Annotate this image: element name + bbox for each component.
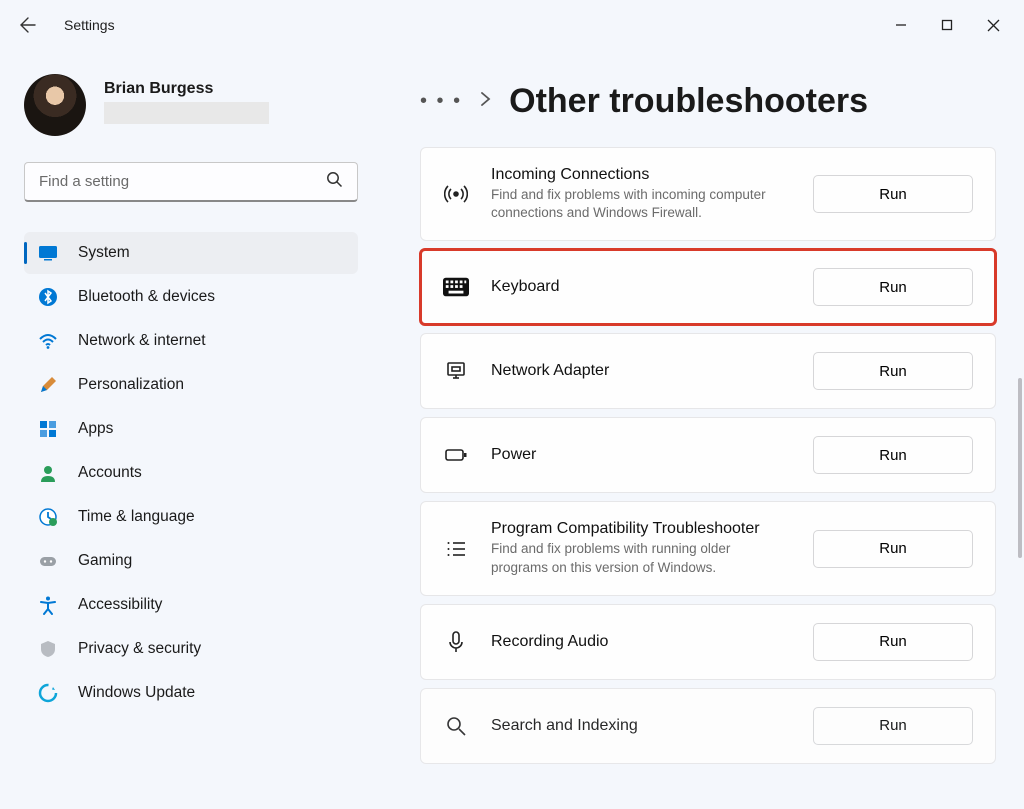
breadcrumb: • • • Other troubleshooters [420, 82, 996, 121]
system-icon [38, 243, 58, 263]
nav-item-label: Windows Update [78, 684, 195, 702]
network-adapter-icon [443, 359, 469, 383]
card-title: Power [491, 446, 791, 464]
card-description: Find and fix problems with running older… [491, 540, 791, 576]
list-icon [443, 537, 469, 561]
run-button[interactable]: Run [813, 530, 973, 568]
arrow-left-icon [20, 17, 36, 33]
accounts-icon [38, 463, 58, 483]
power-icon [443, 443, 469, 467]
user-profile[interactable]: Brian Burgess [24, 74, 358, 136]
run-button[interactable]: Run [813, 352, 973, 390]
troubleshooter-card: Network Adapter Run [420, 333, 996, 409]
breadcrumb-more-icon[interactable]: • • • [420, 90, 462, 113]
personalize-icon [38, 375, 58, 395]
search-icon [326, 171, 343, 193]
nav-item-label: Bluetooth & devices [78, 288, 215, 306]
network-icon [38, 331, 58, 351]
nav-item-label: Accounts [78, 464, 142, 482]
nav-item-update[interactable]: Windows Update [24, 672, 358, 714]
privacy-icon [38, 639, 58, 659]
nav-item-bluetooth[interactable]: Bluetooth & devices [24, 276, 358, 318]
nav-item-time[interactable]: Time & language [24, 496, 358, 538]
apps-icon [38, 419, 58, 439]
close-button[interactable] [970, 5, 1016, 45]
nav-item-personalize[interactable]: Personalization [24, 364, 358, 406]
broadcast-icon [443, 182, 469, 206]
window-title: Settings [64, 17, 115, 33]
troubleshooter-card: Recording Audio Run [420, 604, 996, 680]
card-title: Incoming Connections [491, 166, 791, 184]
card-title: Recording Audio [491, 633, 791, 651]
troubleshooter-card: Incoming Connections Find and fix proble… [420, 147, 996, 241]
nav-item-accounts[interactable]: Accounts [24, 452, 358, 494]
update-icon [38, 683, 58, 703]
nav-item-label: Privacy & security [78, 640, 201, 658]
bluetooth-icon [38, 287, 58, 307]
troubleshooter-card: Power Run [420, 417, 996, 493]
run-button[interactable]: Run [813, 175, 973, 213]
card-title: Search and Indexing [491, 717, 791, 735]
sidebar: Brian Burgess System Bluetooth & devices N… [0, 50, 370, 809]
nav-item-label: Gaming [78, 552, 132, 570]
troubleshooter-card: Program Compatibility Troubleshooter Fin… [420, 501, 996, 595]
search-icon [443, 714, 469, 738]
close-icon [987, 19, 1000, 32]
scrollbar[interactable] [1018, 378, 1022, 558]
nav-item-accessibility[interactable]: Accessibility [24, 584, 358, 626]
run-button[interactable]: Run [813, 436, 973, 474]
page-title: Other troubleshooters [509, 82, 868, 121]
nav-item-gaming[interactable]: Gaming [24, 540, 358, 582]
troubleshooter-card: Search and Indexing Run [420, 688, 996, 764]
card-title: Program Compatibility Troubleshooter [491, 520, 791, 538]
nav-item-system[interactable]: System [24, 232, 358, 274]
chevron-right-icon [480, 92, 491, 111]
maximize-icon [941, 19, 953, 31]
back-button[interactable] [8, 5, 48, 45]
troubleshooter-card: Keyboard Run [420, 249, 996, 325]
run-button[interactable]: Run [813, 623, 973, 661]
troubleshooter-list: Incoming Connections Find and fix proble… [420, 147, 996, 764]
user-name: Brian Burgess [104, 80, 269, 98]
avatar [24, 74, 86, 136]
nav-item-label: Personalization [78, 376, 184, 394]
nav-item-label: Time & language [78, 508, 195, 526]
search-box[interactable] [24, 162, 358, 202]
nav-item-label: System [78, 244, 130, 262]
nav-list: System Bluetooth & devices Network & inter… [24, 232, 358, 714]
content-area: • • • Other troubleshooters Incoming Con… [370, 50, 1024, 809]
minimize-button[interactable] [878, 5, 924, 45]
gaming-icon [38, 551, 58, 571]
nav-item-label: Apps [78, 420, 113, 438]
user-email-redacted [104, 102, 269, 124]
card-description: Find and fix problems with incoming comp… [491, 186, 791, 222]
keyboard-icon [443, 277, 469, 297]
search-input[interactable] [39, 173, 326, 190]
titlebar: Settings [0, 0, 1024, 50]
run-button[interactable]: Run [813, 707, 973, 745]
accessibility-icon [38, 595, 58, 615]
card-title: Network Adapter [491, 362, 791, 380]
time-icon [38, 507, 58, 527]
mic-icon [443, 630, 469, 654]
nav-item-label: Network & internet [78, 332, 206, 350]
nav-item-network[interactable]: Network & internet [24, 320, 358, 362]
nav-item-apps[interactable]: Apps [24, 408, 358, 450]
nav-item-label: Accessibility [78, 596, 162, 614]
run-button[interactable]: Run [813, 268, 973, 306]
minimize-icon [895, 19, 907, 31]
nav-item-privacy[interactable]: Privacy & security [24, 628, 358, 670]
card-title: Keyboard [491, 278, 791, 296]
maximize-button[interactable] [924, 5, 970, 45]
